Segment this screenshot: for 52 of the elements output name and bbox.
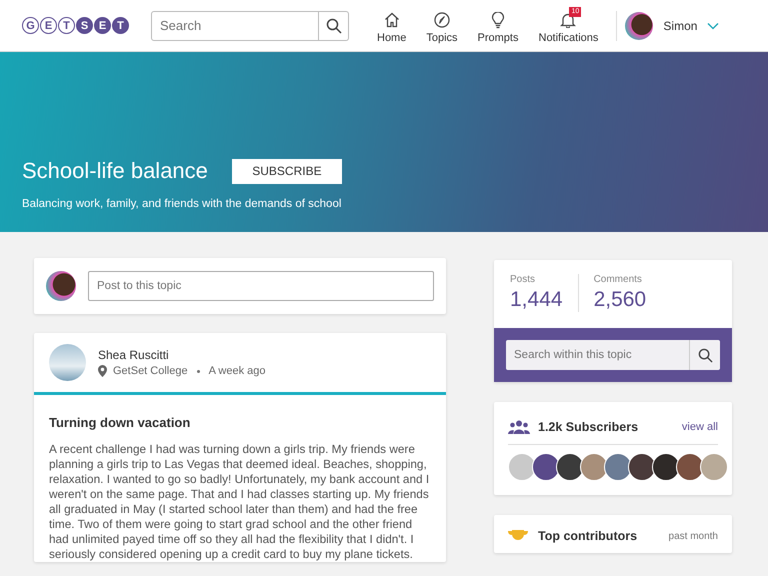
logo-letter: E xyxy=(40,17,57,34)
search-field[interactable]: Search xyxy=(151,10,319,40)
logo-letter: S xyxy=(76,17,93,34)
logo-letter: T xyxy=(58,17,75,34)
author-name[interactable]: Shea Ruscitti xyxy=(98,348,266,362)
post-body: A recent challenge I had was turning down a girls trip. My friends were planning a girls trip to Las Vegas that deemed ideal. Beaches, shopping, relaxation. I wanted to go so badly! Unfortunately, my bank account and I weren't on the same page. That and I had classes starting up. My friends all graduated in May (I started school later than them) and had the free time. Two of them were going to start grad school and the other friend had unlimited payed time off so they all had the flexibility that I didn't. I seriously considered opening up a credit card to buy my plane tickets. xyxy=(49,442,430,562)
subscriber-avatar[interactable] xyxy=(556,453,584,481)
subscriber-avatar[interactable] xyxy=(628,453,656,481)
logo-letter: G xyxy=(22,17,39,34)
logo[interactable]: G E T S E T xyxy=(22,17,129,34)
author-avatar xyxy=(49,344,86,381)
post-location: GetSet College xyxy=(113,365,188,377)
subscriber-avatar[interactable] xyxy=(676,453,704,481)
subscriber-avatar[interactable] xyxy=(532,453,560,481)
post-time: A week ago xyxy=(208,365,266,377)
search-button[interactable] xyxy=(689,340,720,370)
subscriber-avatar[interactable] xyxy=(604,453,632,481)
bell-icon xyxy=(560,12,576,28)
nav-item[interactable]: Topics xyxy=(418,5,466,46)
home-icon xyxy=(384,12,400,28)
user-menu[interactable]: Simon xyxy=(625,12,720,40)
people-icon xyxy=(508,420,530,434)
post-input[interactable]: Post to this topic xyxy=(88,271,434,301)
search-icon xyxy=(326,18,342,34)
topic-description: Balancing work, family, and friends with the demands of school xyxy=(22,198,342,210)
subscribe-button[interactable]: SUBSCRIBE xyxy=(232,158,342,184)
contributors-title: Top contributors xyxy=(538,529,638,543)
compass-icon xyxy=(434,12,450,28)
topic-title: School-life balance xyxy=(22,158,208,184)
stat-label: Comments xyxy=(594,274,643,285)
stat-value: 1,444 xyxy=(510,288,563,312)
search-button[interactable] xyxy=(319,10,349,40)
subscribers-title: 1.2k Subscribers xyxy=(538,420,638,434)
stat-value: 2,560 xyxy=(594,288,646,312)
location-pin-icon xyxy=(98,365,107,377)
subscriber-avatar[interactable] xyxy=(508,453,536,481)
subscriber-avatar[interactable] xyxy=(652,453,680,481)
logo-letter: E xyxy=(94,17,111,34)
view-all-link[interactable]: view all xyxy=(682,421,718,433)
user-avatar xyxy=(625,12,654,40)
nav-item[interactable]: Prompts xyxy=(470,5,526,46)
trophy-icon xyxy=(508,530,528,542)
topic-search-field[interactable]: Search within this topic xyxy=(506,340,689,370)
search-icon xyxy=(698,348,712,362)
nav-item[interactable]: Home xyxy=(369,5,414,46)
user-avatar xyxy=(46,271,76,301)
stat-label: Posts xyxy=(510,274,536,285)
logo-letter: T xyxy=(112,17,129,34)
post-title: Turning down vacation xyxy=(49,415,192,430)
chevron-down-icon xyxy=(707,22,720,30)
lightbulb-icon xyxy=(491,12,506,28)
period-label: past month xyxy=(668,530,718,542)
